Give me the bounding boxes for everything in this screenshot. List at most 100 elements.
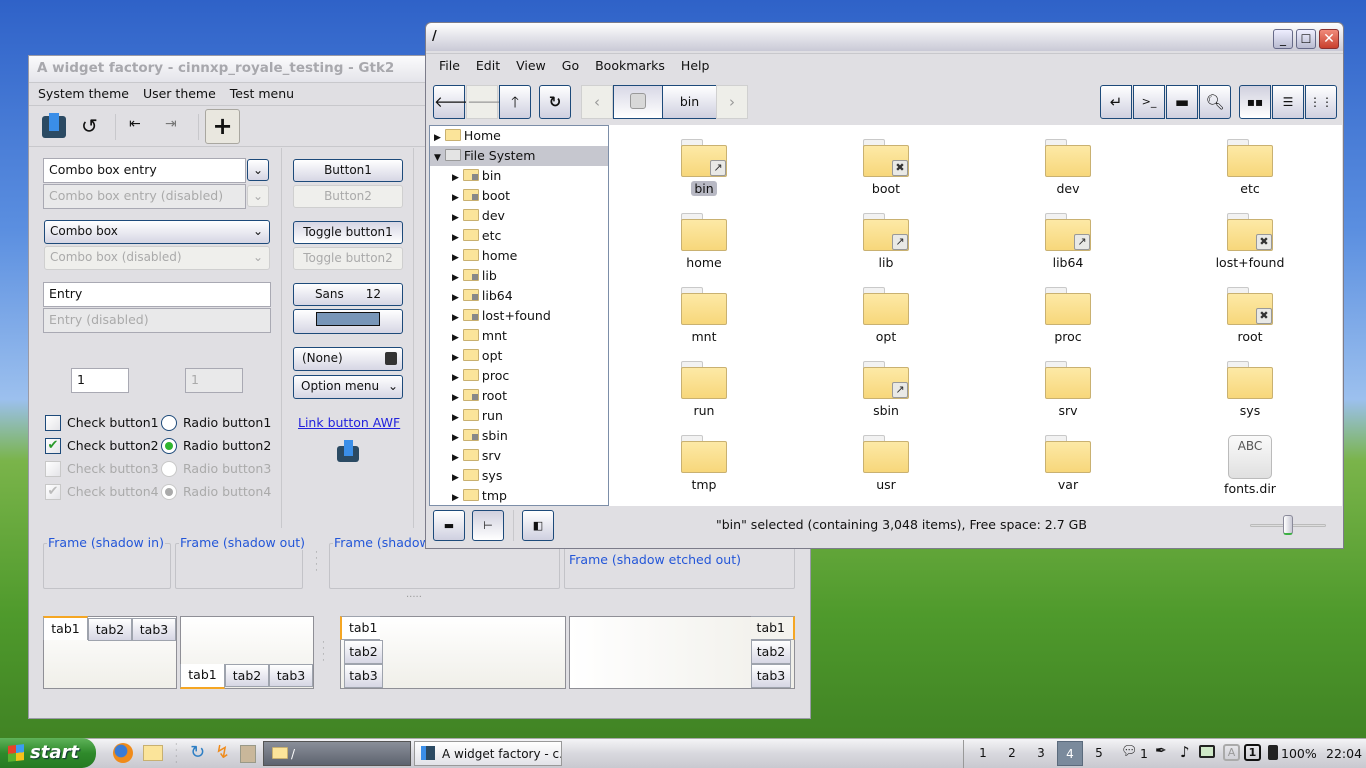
checkbox[interactable]: ✔ <box>45 438 61 454</box>
tree-item[interactable]: ▶ tmp <box>430 486 608 505</box>
menu-edit[interactable]: Edit <box>476 58 500 73</box>
expander-closed-icon[interactable]: ▶ <box>452 473 459 483</box>
tab-tab2[interactable]: tab2 <box>88 618 132 641</box>
minimize-button[interactable]: _ <box>1273 29 1293 49</box>
icon-view-button[interactable]: ▪▪ <box>1239 85 1271 119</box>
expander-closed-icon[interactable]: ▶ <box>452 213 459 223</box>
menu-user-theme[interactable]: User theme <box>143 86 216 101</box>
workspace-button[interactable]: 1 <box>970 741 996 766</box>
file-item[interactable]: etc <box>1175 139 1325 196</box>
tab-tab3[interactable]: tab3 <box>132 618 176 641</box>
tab-tab2[interactable]: tab2 <box>751 640 791 664</box>
clock[interactable]: 22:04 <box>1326 746 1362 761</box>
search-button[interactable]: 🔍︎ <box>1199 85 1231 119</box>
file-item[interactable]: sys <box>1175 361 1325 418</box>
toggle-button1[interactable]: Toggle button1 <box>293 221 403 244</box>
spin-button[interactable]: 1 <box>71 368 129 393</box>
terminal-button[interactable]: >_ <box>1133 85 1165 119</box>
tree-item[interactable]: ▶ home <box>430 246 608 266</box>
file-item[interactable]: ↗ lib <box>811 213 961 270</box>
close-button[interactable]: ✕ <box>1319 29 1339 49</box>
tab-tab1[interactable]: tab1 <box>751 616 795 640</box>
tree-item[interactable]: ▶ srv <box>430 446 608 466</box>
option-menu[interactable]: Option menu ⌄ <box>293 375 403 399</box>
workspace-button[interactable]: 3 <box>1028 741 1054 766</box>
file-manager-launcher-icon[interactable] <box>143 745 163 761</box>
file-item[interactable]: home <box>629 213 779 270</box>
path-scroll-right[interactable]: › <box>716 85 748 119</box>
launcher-handle[interactable]: · · · · <box>175 741 178 767</box>
workspace-button[interactable]: 2 <box>999 741 1025 766</box>
tree-item[interactable]: ▶ opt <box>430 346 608 366</box>
notification-icon[interactable]: 💬︎ <box>1121 744 1138 759</box>
file-item[interactable]: var <box>993 435 1143 492</box>
pane-handle[interactable]: · · · · <box>322 639 325 666</box>
workspace-button[interactable]: 4 <box>1057 741 1083 766</box>
new-folder-button[interactable]: ▬ <box>1166 85 1198 119</box>
file-item[interactable]: ABC fonts.dir <box>1175 435 1325 496</box>
combo-entry-input[interactable]: Combo box entry <box>43 158 246 183</box>
compact-view-button[interactable]: ☰ <box>1272 85 1304 119</box>
tree-item[interactable]: ▶ proc <box>430 366 608 386</box>
reload-button[interactable]: ↻ <box>539 85 571 119</box>
link-button[interactable]: Link button AWF <box>298 415 400 430</box>
places-sidebar-button[interactable]: ▬ <box>433 510 465 541</box>
path-scroll-left[interactable]: ‹ <box>581 85 613 119</box>
next-icon[interactable]: ⇥ <box>165 116 177 132</box>
awf-logo-icon[interactable] <box>42 113 66 138</box>
file-item[interactable]: ↗ bin <box>629 139 779 196</box>
task-widget-factory[interactable]: A widget factory - c... <box>414 741 562 766</box>
refresh-icon[interactable]: ↺ <box>81 114 98 138</box>
path-bin-button[interactable]: bin <box>662 85 717 119</box>
pane-handle[interactable]: ····· <box>406 592 422 603</box>
tree-item[interactable]: ▶ lost+found <box>430 306 608 326</box>
expander-open-icon[interactable]: ▼ <box>434 153 441 163</box>
clipboard-launcher-icon[interactable] <box>240 745 256 763</box>
file-item[interactable]: ✖ boot <box>811 139 961 196</box>
open-location-button[interactable]: ↵ <box>1100 85 1132 119</box>
file-item[interactable]: ✖ root <box>1175 287 1325 344</box>
file-chooser-button[interactable]: (None) <box>293 347 403 371</box>
menu-help[interactable]: Help <box>681 58 710 73</box>
zoom-slider[interactable] <box>1250 515 1326 535</box>
menu-system-theme[interactable]: System theme <box>38 86 129 101</box>
file-item[interactable]: tmp <box>629 435 779 492</box>
battery-icon[interactable] <box>1268 745 1278 760</box>
file-item[interactable]: srv <box>993 361 1143 418</box>
expander-closed-icon[interactable]: ▶ <box>452 233 459 243</box>
app-launcher-icon[interactable]: ↻ <box>190 742 205 763</box>
tree-item[interactable]: ▶ lib64 <box>430 286 608 306</box>
file-item[interactable]: ✖ lost+found <box>1175 213 1325 270</box>
color-button[interactable] <box>293 309 403 334</box>
tree-item[interactable]: ▶ run <box>430 406 608 426</box>
expander-closed-icon[interactable]: ▶ <box>452 173 459 183</box>
expander-closed-icon[interactable]: ▶ <box>452 493 459 503</box>
tree-sidebar-button[interactable]: ⊢ <box>472 510 504 541</box>
expander-closed-icon[interactable]: ▶ <box>452 373 459 383</box>
file-item[interactable]: proc <box>993 287 1143 344</box>
tab-tab3[interactable]: tab3 <box>269 664 313 687</box>
tab-tab3[interactable]: tab3 <box>344 664 383 688</box>
expander-closed-icon[interactable]: ▶ <box>452 193 459 203</box>
tree-item[interactable]: ▶ mnt <box>430 326 608 346</box>
keyboard-layout-icon[interactable]: A <box>1223 744 1240 761</box>
expander-closed-icon[interactable]: ▶ <box>452 273 459 283</box>
expander-closed-icon[interactable]: ▶ <box>452 453 459 463</box>
tree-item[interactable]: ▶ bin <box>430 166 608 186</box>
tree-item[interactable]: ▶ etc <box>430 226 608 246</box>
tab-tab2[interactable]: tab2 <box>344 640 383 664</box>
tree-item[interactable]: ▶ dev <box>430 206 608 226</box>
back-button[interactable]: 🡐 <box>433 85 474 119</box>
tab-tab1[interactable]: tab1 <box>180 664 225 689</box>
firefox-launcher-icon[interactable] <box>113 743 133 763</box>
up-button[interactable]: 🡑 <box>499 85 531 119</box>
expander-closed-icon[interactable]: ▶ <box>434 133 441 143</box>
file-item[interactable]: mnt <box>629 287 779 344</box>
file-item[interactable]: ↗ lib64 <box>993 213 1143 270</box>
expander-closed-icon[interactable]: ▶ <box>452 393 459 403</box>
expander-closed-icon[interactable]: ▶ <box>452 333 459 343</box>
file-item[interactable]: opt <box>811 287 961 344</box>
workspace-indicator-icon[interactable]: 1 <box>1244 744 1261 761</box>
menu-file[interactable]: File <box>439 58 460 73</box>
menu-bookmarks[interactable]: Bookmarks <box>595 58 665 73</box>
